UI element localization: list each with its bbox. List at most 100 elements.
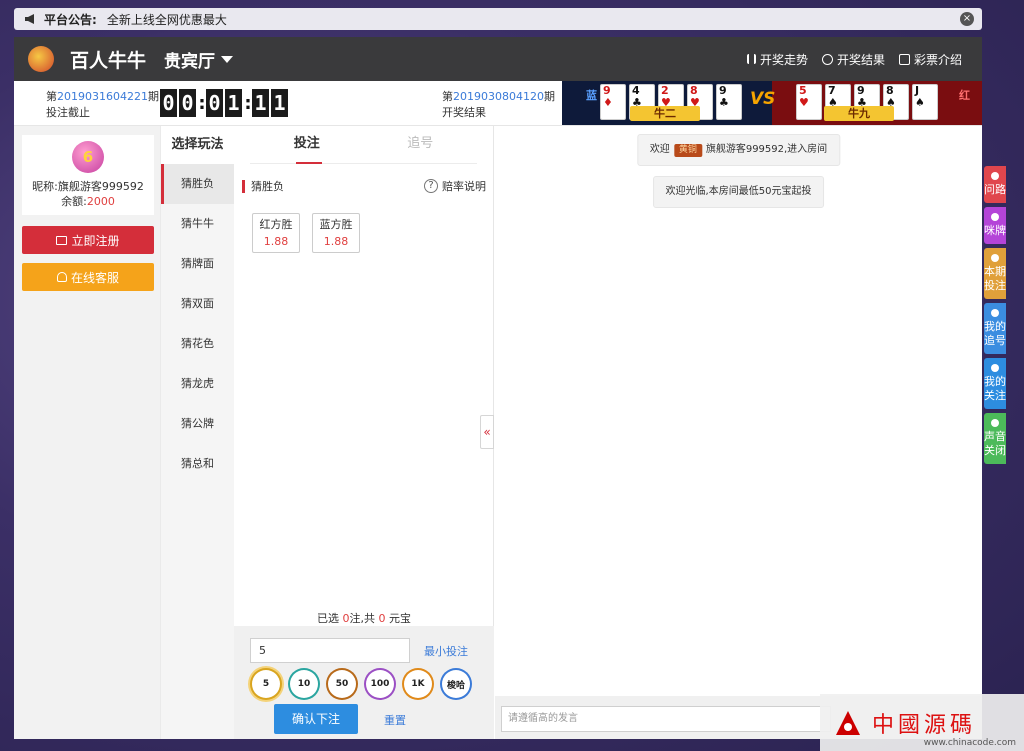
bet-sub-title: 猜胜负: [251, 180, 284, 193]
play-item[interactable]: 猜花色: [161, 324, 234, 364]
timer-digit: 1: [225, 89, 242, 117]
side-tab-my-follow[interactable]: 我的关注: [984, 358, 1006, 409]
top-links: 开奖走势 开奖结果 彩票介绍: [746, 51, 982, 68]
current-period-suffix: 期: [147, 90, 159, 103]
bet-controls: 5 最小投注 5 10 50 100 1K 梭哈 确认下注 重置: [234, 626, 494, 739]
play-item[interactable]: 猜双面: [161, 284, 234, 324]
timer-digit: 0: [160, 89, 177, 117]
card-suit: ♠: [915, 96, 925, 109]
road-icon: [991, 172, 999, 180]
play-item[interactable]: 猜总和: [161, 444, 234, 484]
chat-panel: 欢迎 黄铜 旗舰游客999592,进入房间 欢迎光临,本房间最低50元宝起投 请遵循…: [495, 126, 982, 739]
chat-message: 欢迎 黄铜 旗舰游客999592,进入房间: [636, 134, 841, 166]
results-link-label: 开奖结果: [836, 52, 885, 67]
timer-colon: :: [198, 92, 206, 114]
results-link[interactable]: 开奖结果: [821, 51, 885, 68]
reset-button[interactable]: 重置: [384, 712, 406, 728]
vs-label: VS: [750, 89, 776, 109]
clock-icon: [821, 53, 833, 65]
current-period-number: 2019031604221: [57, 90, 148, 103]
tab-bet[interactable]: 投注: [250, 126, 364, 164]
trend-link[interactable]: 开奖走势: [746, 51, 808, 68]
odds-help-link[interactable]: ? 赔率说明: [424, 178, 486, 194]
chip-all-in[interactable]: 梭哈: [442, 670, 470, 698]
customer-service-button[interactable]: 在线客服: [22, 263, 154, 291]
chip-100[interactable]: 100: [366, 670, 394, 698]
bet-panel: 投注 追号 猜胜负 ? 赔率说明 红方胜 1.88 蓝方胜 1.88 已选 0注…: [234, 126, 494, 739]
tab-chase[interactable]: 追号: [364, 126, 478, 163]
card-suit: ♦: [603, 96, 613, 109]
welcome-prefix: 欢迎: [649, 144, 670, 155]
play-item[interactable]: 猜牌面: [161, 244, 234, 284]
play-item[interactable]: 猜胜负: [161, 164, 234, 204]
countdown-timer: 0 0 : 0 1 : 1 1: [160, 89, 290, 117]
bet-summary: 已选 0注,共 0 元宝: [234, 610, 494, 626]
timer-digit: 0: [206, 89, 223, 117]
close-icon[interactable]: ×: [960, 12, 974, 26]
min-bet-link[interactable]: 最小投注: [424, 643, 468, 659]
watermark-url: www.chinacode.com: [923, 738, 1016, 748]
balance-label: 余额:: [61, 195, 87, 208]
play-item[interactable]: 猜公牌: [161, 404, 234, 444]
bet-option-blue-win[interactable]: 蓝方胜 1.88: [312, 213, 360, 253]
play-item[interactable]: 猜牛牛: [161, 204, 234, 244]
watermark: 中國源碼 www.chinacode.com: [820, 694, 1024, 751]
document-icon: [991, 309, 999, 317]
collapse-toggle[interactable]: «: [480, 415, 494, 449]
room-name: 贵宾厅: [164, 51, 216, 72]
side-tab-sound[interactable]: 声音关闭: [984, 413, 1006, 464]
current-period: 第2019031604221期 投注截止: [46, 89, 159, 121]
previous-period: 第2019030804120期 开奖结果: [442, 89, 555, 121]
summary-prefix: 已选: [317, 612, 339, 625]
bet-tabs: 投注 追号: [250, 126, 477, 164]
document-icon: [898, 53, 910, 65]
current-period-prefix: 第: [46, 90, 57, 103]
card-suit: ♥: [799, 96, 809, 109]
chip-10[interactable]: 10: [290, 670, 318, 698]
prev-period-status: 开奖结果: [442, 106, 486, 119]
watermark-logo-icon: [836, 710, 860, 735]
chip-1k[interactable]: 1K: [404, 670, 432, 698]
side-tab-my-chase[interactable]: 我的追号: [984, 303, 1006, 354]
chip-5[interactable]: 5: [252, 670, 280, 698]
side-tab-label: 本期投注: [984, 265, 1006, 292]
customer-service-label: 在线客服: [70, 270, 119, 285]
chat-input[interactable]: 请遵循高的发言: [501, 706, 831, 732]
summary-mid: 注,共: [349, 612, 376, 625]
odds-help-label: 赔率说明: [442, 180, 486, 193]
plus-circle-icon: [991, 254, 999, 262]
top-bar: 百人牛牛 贵宾厅 开奖走势 开奖结果 彩票介绍: [14, 37, 982, 81]
card-suit: ♣: [719, 96, 729, 109]
side-tab-current-bets[interactable]: 本期投注: [984, 248, 1006, 299]
question-icon: ?: [424, 179, 438, 193]
id-card-icon: [56, 235, 68, 245]
room-selector[interactable]: 贵宾厅: [164, 47, 234, 72]
red-hand-label: 牛九: [824, 106, 894, 121]
chip-50[interactable]: 50: [328, 670, 356, 698]
nickname-value: 旗舰游客999592: [57, 180, 144, 193]
side-tab-road[interactable]: 问路: [984, 166, 1006, 203]
bet-amount-input[interactable]: 5: [250, 638, 410, 663]
notice-label: 平台公告:: [44, 12, 97, 27]
chat-message: 欢迎光临,本房间最低50元宝起投: [652, 176, 825, 208]
play-type-menu: 选择玩法 猜胜负 猜牛牛 猜牌面 猜双面 猜花色 猜龙虎 猜公牌 猜总和: [160, 126, 234, 739]
side-tab-squeeze[interactable]: 咪牌: [984, 207, 1006, 244]
bet-option-red-win[interactable]: 红方胜 1.88: [252, 213, 300, 253]
trend-link-label: 开奖走势: [759, 52, 808, 67]
draw-result-panel[interactable]: 蓝 9 ♦ 4 ♣ 2 ♥ 8 ♥ 9 ♣ 牛二 VS 5 ♥ 7 ♠ 9 ♣ 8 ♠ J ♠ 红 牛九: [562, 81, 982, 125]
balance-line: 余额:2000: [22, 194, 154, 209]
avatar: 6: [72, 141, 104, 173]
blue-side-label: 蓝: [586, 89, 597, 102]
welcome-user: 旗舰游客999592,进入房间: [705, 144, 828, 155]
play-item[interactable]: 猜龙虎: [161, 364, 234, 404]
register-button[interactable]: 立即注册: [22, 226, 154, 254]
confirm-bet-button[interactable]: 确认下注: [274, 704, 358, 734]
playing-card: 5 ♥: [796, 84, 822, 120]
summary-amount: 0: [378, 612, 386, 625]
side-tab-label: 咪牌: [984, 224, 1006, 237]
timer-colon: :: [244, 92, 252, 114]
intro-link[interactable]: 彩票介绍: [898, 51, 962, 68]
watermark-text: 中國源碼: [872, 712, 977, 738]
red-side: 5 ♥ 7 ♠ 9 ♣ 8 ♠ J ♠ 红 牛九: [772, 81, 982, 125]
blue-hand-label: 牛二: [630, 106, 700, 121]
